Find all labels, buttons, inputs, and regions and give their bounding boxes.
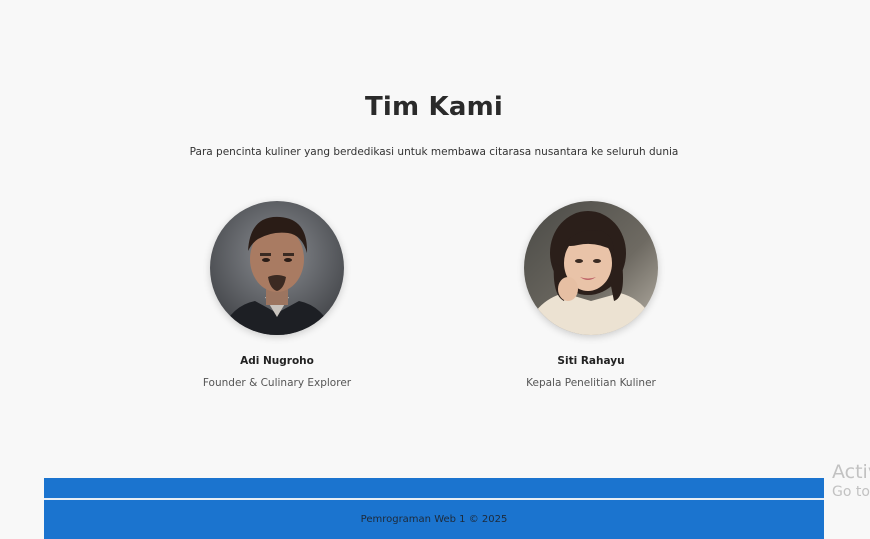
member-name: Adi Nugroho (240, 355, 314, 367)
avatar (524, 201, 658, 335)
member-role: Kepala Penelitian Kuliner (526, 377, 656, 389)
woman-portrait-photo (524, 201, 658, 335)
section-title: Tim Kami (364, 92, 504, 122)
activation-line-2: Go to (832, 484, 870, 500)
section-subtitle: Para pencinta kuliner yang berdedikasi u… (189, 146, 679, 158)
footer: Pemrograman Web 1 © 2025 (44, 500, 824, 539)
team-member-card: Adi Nugroho Founder & Culinary Explorer (157, 201, 397, 389)
team-member-card: Siti Rahayu Kepala Penelitian Kuliner (471, 201, 711, 389)
member-role: Founder & Culinary Explorer (202, 377, 352, 389)
man-portrait-photo (210, 201, 344, 335)
member-name: Siti Rahayu (557, 355, 625, 367)
activation-line-1: Activ (832, 461, 870, 483)
copyright-text: Pemrograman Web 1 © 2025 (360, 514, 508, 525)
footer-top-strip (44, 478, 824, 498)
page: Tim Kami Para pencinta kuliner yang berd… (0, 0, 870, 539)
avatar (210, 201, 344, 335)
windows-activation-watermark: Activ Go to (832, 461, 870, 500)
